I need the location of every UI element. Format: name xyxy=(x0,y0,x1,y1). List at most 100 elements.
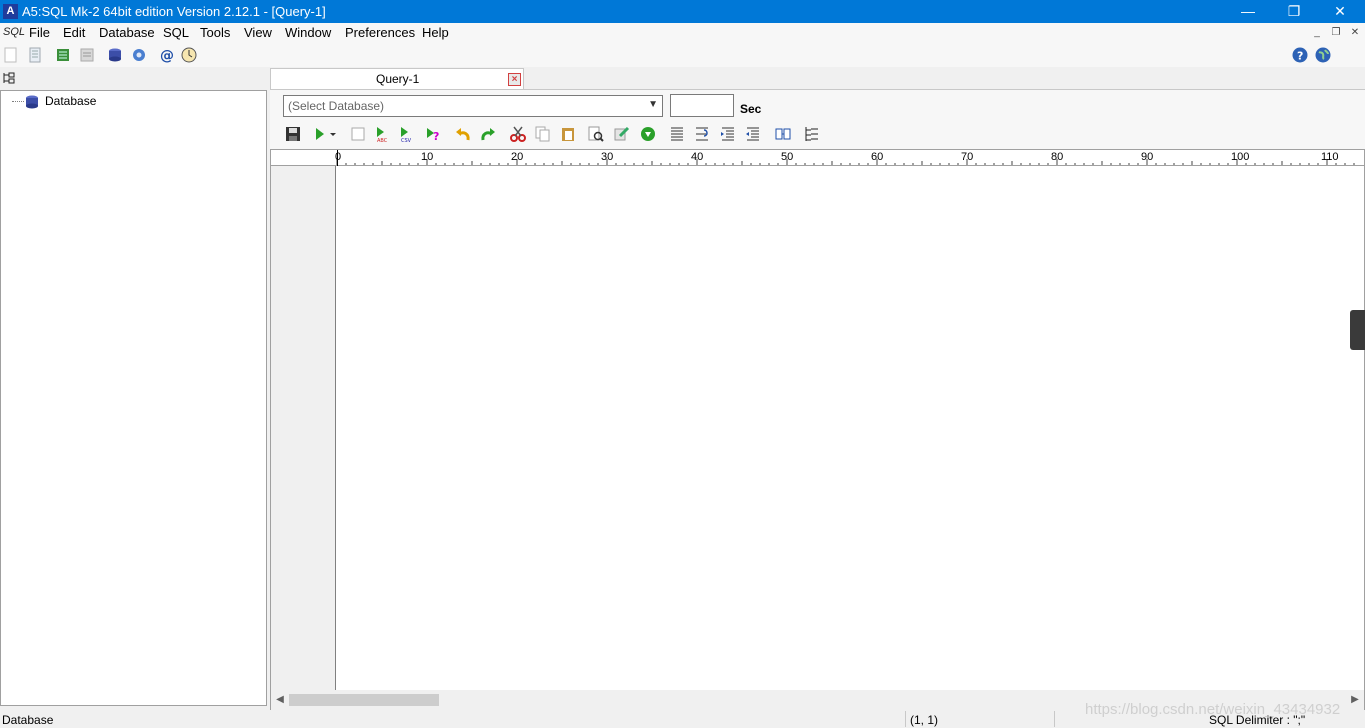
query-toolbar: ABC CSV ? xyxy=(270,123,1365,147)
connect-db-icon[interactable] xyxy=(55,47,71,63)
at-icon[interactable]: @ xyxy=(159,47,175,63)
new-file-icon[interactable] xyxy=(3,47,19,63)
database-tree[interactable]: Database xyxy=(0,90,267,706)
close-button[interactable]: ✕ xyxy=(1317,0,1363,23)
replace-icon[interactable] xyxy=(614,126,630,142)
clock-icon[interactable] xyxy=(181,47,197,63)
svg-text:ABC: ABC xyxy=(377,138,388,142)
ruler-label: 60 xyxy=(871,151,883,163)
status-separator xyxy=(905,711,906,727)
svg-text:?: ? xyxy=(1297,50,1303,63)
menu-sql[interactable]: SQL xyxy=(163,25,189,40)
title-bar: A A5:SQL Mk-2 64bit edition Version 2.12… xyxy=(0,0,1365,23)
tree-node-database[interactable]: Database xyxy=(45,94,96,108)
tab-close-icon[interactable]: × xyxy=(508,73,521,86)
side-panel-handle[interactable] xyxy=(1350,310,1365,350)
database-select-placeholder: (Select Database) xyxy=(288,99,385,113)
app-icon: A xyxy=(3,4,18,19)
status-cursor-position: (1, 1) xyxy=(910,713,939,727)
ruler-label: 0 xyxy=(335,151,341,163)
find-icon[interactable] xyxy=(588,126,604,142)
stop-icon[interactable] xyxy=(350,126,366,142)
scrollbar-thumb[interactable] xyxy=(289,694,439,706)
cut-icon[interactable] xyxy=(510,126,526,142)
disconnect-db-icon[interactable] xyxy=(79,47,95,63)
settings-icon[interactable] xyxy=(131,47,147,63)
window-title: A5:SQL Mk-2 64bit edition Version 2.12.1… xyxy=(22,4,326,19)
ruler-label: 80 xyxy=(1051,151,1063,163)
minimize-button[interactable]: — xyxy=(1225,0,1271,23)
align-icon[interactable] xyxy=(669,126,685,142)
menu-window[interactable]: Window xyxy=(285,25,331,40)
mdi-close-button[interactable]: ✕ xyxy=(1348,26,1362,40)
execute-icon[interactable] xyxy=(313,126,336,142)
ruler-label: 90 xyxy=(1141,151,1153,163)
paste-icon[interactable] xyxy=(560,126,576,142)
mdi-restore-button[interactable]: ❐ xyxy=(1329,26,1343,40)
ruler-label: 30 xyxy=(601,151,613,163)
ruler-label: 100 xyxy=(1231,151,1249,163)
wrap-icon[interactable] xyxy=(694,126,710,142)
open-file-icon[interactable] xyxy=(27,47,43,63)
ruler-label: 50 xyxy=(781,151,793,163)
help-icon[interactable]: ? xyxy=(1292,47,1308,63)
svg-text:CSV: CSV xyxy=(401,138,412,142)
tab-query-1[interactable]: Query-1 × xyxy=(270,68,524,90)
export-abc-icon[interactable]: ABC xyxy=(374,126,390,142)
ruler-label: 40 xyxy=(691,151,703,163)
undo-icon[interactable] xyxy=(455,126,471,142)
restore-button[interactable]: ❐ xyxy=(1271,0,1317,23)
ruler-label: 110 xyxy=(1321,151,1339,163)
timeout-unit-label: Sec xyxy=(740,102,762,116)
svg-text:?: ? xyxy=(433,130,439,142)
copy-icon[interactable] xyxy=(535,126,551,142)
menu-preferences[interactable]: Preferences xyxy=(345,25,415,40)
line-number-gutter xyxy=(271,166,336,690)
sql-editor[interactable]: 0 10 20 30 40 50 60 70 80 90 100 110 ◀ ▶ xyxy=(270,149,1365,711)
refresh-icon[interactable] xyxy=(640,126,656,142)
export-csv-icon[interactable]: CSV xyxy=(398,126,414,142)
ruler-label: 10 xyxy=(421,151,433,163)
menu-edit[interactable]: Edit xyxy=(63,25,85,40)
scroll-right-icon[interactable]: ▶ xyxy=(1348,693,1362,707)
query-panel: Query-1 × (Select Database) ▼ Sec ABC CS… xyxy=(270,67,1365,711)
database-node-icon xyxy=(24,94,40,113)
text-caret xyxy=(337,150,338,166)
ruler-label: 20 xyxy=(511,151,523,163)
status-database: Database xyxy=(2,713,54,727)
tree-connector xyxy=(12,101,24,102)
redo-icon[interactable] xyxy=(480,126,496,142)
tab-label: Query-1 xyxy=(376,72,420,86)
menu-view[interactable]: View xyxy=(244,25,272,40)
database-icon[interactable] xyxy=(107,47,123,63)
chevron-down-icon: ▼ xyxy=(648,99,658,110)
explain-icon[interactable]: ? xyxy=(425,126,441,142)
svg-text:@: @ xyxy=(160,48,174,63)
main-toolbar: @ ? xyxy=(0,43,1365,67)
ruler-label: 70 xyxy=(961,151,973,163)
tree-collapse-icon[interactable] xyxy=(3,72,15,84)
watermark: https://blog.csdn.net/weixin_43434932 xyxy=(1085,701,1341,718)
timeout-input[interactable] xyxy=(670,94,734,117)
status-separator xyxy=(1054,711,1055,727)
globe-icon[interactable] xyxy=(1315,47,1331,63)
layout-icon[interactable] xyxy=(775,126,791,142)
query-body: (Select Database) ▼ Sec ABC CSV ? 0 10 2… xyxy=(270,89,1365,711)
menu-database[interactable]: Database xyxy=(99,25,155,40)
scroll-left-icon[interactable]: ◀ xyxy=(273,693,287,707)
column-ruler: 0 10 20 30 40 50 60 70 80 90 100 110 xyxy=(271,150,1364,166)
sql-text-area[interactable] xyxy=(336,166,1364,690)
app-window: A A5:SQL Mk-2 64bit edition Version 2.12… xyxy=(0,0,1365,728)
outdent-icon[interactable] xyxy=(745,126,761,142)
mdi-minimize-button[interactable]: _ xyxy=(1310,26,1324,40)
save-icon[interactable] xyxy=(285,126,301,142)
tree-icon[interactable] xyxy=(804,126,820,142)
database-tree-panel: Database xyxy=(0,67,267,706)
menu-tools[interactable]: Tools xyxy=(200,25,230,40)
indent-icon[interactable] xyxy=(720,126,736,142)
database-select[interactable]: (Select Database) ▼ xyxy=(283,95,663,117)
menu-bar: SQL File Edit Database SQL Tools View Wi… xyxy=(0,23,1365,43)
menu-help[interactable]: Help xyxy=(422,25,449,40)
menu-file[interactable]: File xyxy=(29,25,50,40)
sql-logo-icon: SQL xyxy=(3,26,26,38)
